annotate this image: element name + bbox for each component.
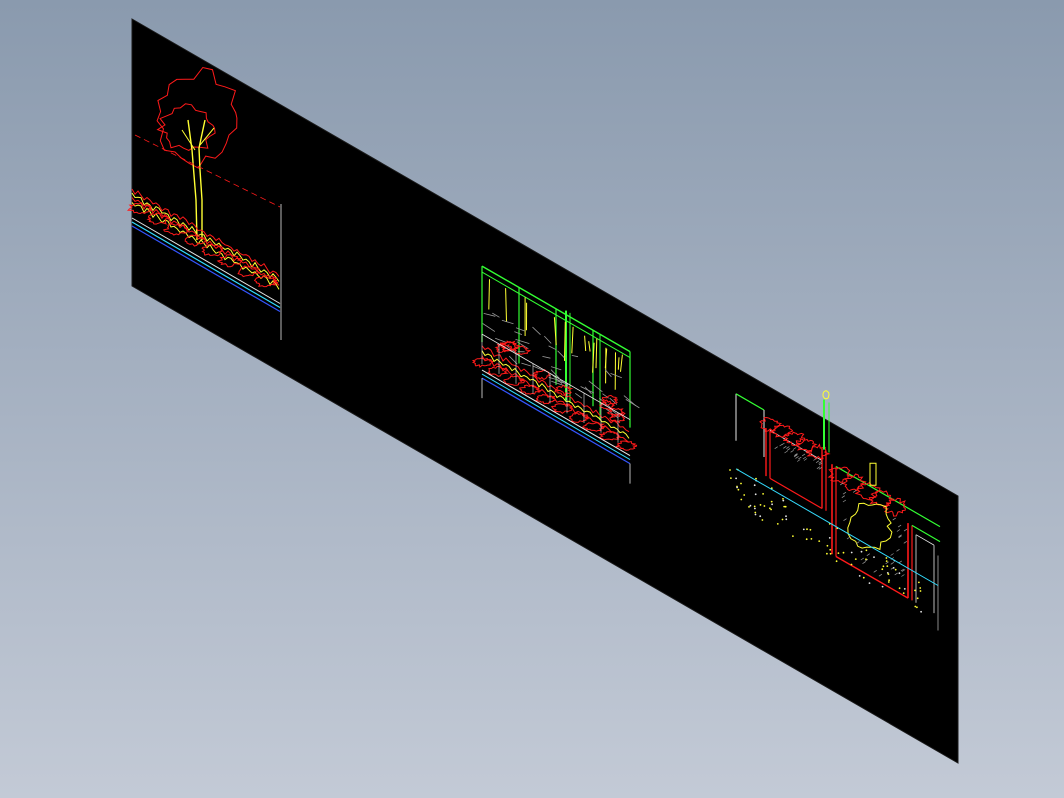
footing-dot bbox=[842, 551, 845, 554]
footing-dot bbox=[770, 500, 773, 503]
footing-dot bbox=[729, 469, 731, 471]
footing-dot bbox=[885, 560, 888, 562]
footing-dot bbox=[754, 511, 757, 514]
footing-dot bbox=[782, 498, 784, 500]
footing-dot bbox=[886, 565, 889, 567]
footing-dot bbox=[862, 576, 865, 579]
footing-dot bbox=[753, 505, 756, 508]
footing-dot bbox=[873, 556, 875, 558]
footing-dot bbox=[850, 551, 853, 554]
footing-dot bbox=[881, 585, 884, 588]
footing-dot bbox=[809, 528, 812, 531]
footing-dot bbox=[753, 484, 756, 487]
footing-dot bbox=[829, 548, 832, 551]
footing-dot bbox=[918, 581, 920, 584]
footing-dot bbox=[762, 493, 764, 495]
footing-dot bbox=[850, 563, 853, 566]
vine-strand bbox=[617, 357, 620, 370]
footing-dot bbox=[748, 506, 750, 508]
footing-dot bbox=[776, 523, 779, 525]
footing-dot bbox=[902, 592, 905, 594]
footing-dot bbox=[730, 477, 732, 479]
footing-dot bbox=[837, 552, 840, 554]
footing-dot bbox=[920, 610, 922, 613]
footing-dot bbox=[759, 515, 762, 518]
vine-strand bbox=[488, 279, 490, 310]
footing-dot bbox=[898, 587, 901, 590]
footing-dot bbox=[898, 572, 901, 575]
footing-dot bbox=[818, 540, 821, 542]
footing-dot bbox=[887, 573, 890, 575]
footing-dot bbox=[892, 567, 895, 569]
cad-model-viewport[interactable] bbox=[0, 0, 1064, 798]
footing-dot bbox=[785, 518, 788, 521]
footing-dot bbox=[740, 498, 743, 501]
footing-dot bbox=[749, 504, 752, 507]
footing-dot bbox=[887, 581, 890, 583]
footing-dot bbox=[916, 606, 918, 609]
footing-dot bbox=[771, 503, 773, 506]
footing-dot bbox=[743, 494, 746, 496]
footing-dot bbox=[754, 493, 757, 496]
footing-dot bbox=[914, 589, 916, 592]
footing-dot bbox=[784, 505, 787, 508]
footing-dot bbox=[806, 528, 808, 531]
footing-dot bbox=[810, 538, 813, 540]
footing-dot bbox=[858, 575, 861, 577]
footing-dot bbox=[919, 587, 922, 589]
footing-dot bbox=[888, 579, 890, 582]
footing-dot bbox=[835, 560, 838, 563]
footing-dot bbox=[919, 590, 922, 592]
footing-dot bbox=[881, 568, 884, 571]
footing-dot bbox=[829, 552, 832, 555]
footing-dot bbox=[826, 552, 828, 555]
footing-dot bbox=[754, 513, 757, 516]
footing-dot bbox=[802, 528, 805, 531]
footing-dot bbox=[865, 549, 868, 552]
footing-dot bbox=[759, 504, 762, 506]
footing-dot bbox=[754, 507, 756, 510]
footing-dot bbox=[763, 505, 766, 507]
footing-dot bbox=[826, 544, 829, 547]
post-lamp-head bbox=[822, 390, 830, 400]
footing-dot bbox=[781, 518, 784, 521]
footing-dot bbox=[914, 605, 917, 608]
footing-dot bbox=[785, 515, 787, 518]
footing-dot bbox=[770, 508, 772, 511]
footing-dot bbox=[735, 477, 737, 480]
footing-dot bbox=[854, 558, 857, 560]
footing-dot bbox=[736, 486, 738, 489]
footing-dot bbox=[865, 558, 867, 561]
footing-dot bbox=[916, 597, 919, 600]
footing-dot bbox=[894, 568, 897, 571]
footing-dot bbox=[740, 482, 742, 485]
footing-dot bbox=[868, 582, 871, 584]
footing-dot bbox=[882, 565, 885, 568]
footing-dot bbox=[860, 550, 863, 553]
footing-dot bbox=[885, 557, 888, 559]
footing-dot bbox=[737, 488, 740, 491]
footing-dot bbox=[755, 477, 757, 480]
footing-dot bbox=[792, 535, 794, 537]
drawing-sheet bbox=[131, 18, 959, 764]
isometric-drawing-canvas[interactable] bbox=[0, 0, 1064, 798]
footing-dot bbox=[782, 499, 785, 502]
footing-dot bbox=[761, 519, 764, 521]
footing-dot bbox=[903, 588, 906, 590]
footing-dot bbox=[805, 538, 808, 541]
footing-dot bbox=[828, 537, 831, 539]
